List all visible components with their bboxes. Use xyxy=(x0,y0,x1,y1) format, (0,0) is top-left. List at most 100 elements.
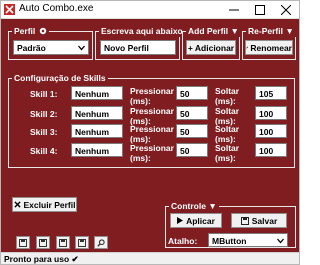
press-ms-value: 50 xyxy=(180,146,190,156)
minimize-icon xyxy=(229,9,239,10)
perfil-group: Perfil Padrão xyxy=(8,25,93,60)
floppy-icon xyxy=(39,238,47,247)
press-unit-label: (ms): xyxy=(130,153,151,163)
release-label: Soltar xyxy=(215,86,240,96)
add-perfil-group-title: Add Perfil ▼ xyxy=(186,25,241,37)
press-label: Pressionar xyxy=(130,86,174,96)
re-perfil-title-text: Re-Perfil xyxy=(248,26,283,36)
release-unit-label: (ms): xyxy=(215,96,236,106)
close-button[interactable] xyxy=(273,1,299,18)
maximize-button[interactable] xyxy=(247,1,273,18)
play-icon xyxy=(177,217,184,224)
add-perfil-group: Add Perfil ▼ + Adicionar xyxy=(182,25,241,60)
release-label: Soltar xyxy=(215,124,240,134)
escreva-group: Escreva aqui abaixo ▼ Novo Perfil xyxy=(95,25,196,60)
chevron-down-icon xyxy=(78,45,85,51)
release-ms-input[interactable]: 100 xyxy=(255,106,287,120)
app-window: Auto Combo.exe Perfil Padrão Escreva aqu… xyxy=(0,0,300,265)
status-bar: Pronto para uso ✔ xyxy=(1,252,299,264)
press-label: Pressionar xyxy=(130,143,174,153)
profile-name-input[interactable]: Novo Perfil xyxy=(100,40,176,55)
profile-name-value: Novo Perfil xyxy=(104,43,149,53)
skill-label: Skill 3: xyxy=(30,127,58,137)
app-icon xyxy=(4,4,15,15)
skill-key-field[interactable]: Nenhum xyxy=(71,86,123,100)
release-ms-input[interactable]: 100 xyxy=(255,124,287,138)
floppy-icon xyxy=(78,238,86,247)
magnifier-icon xyxy=(97,238,105,247)
status-text: Pronto para uso ✔ xyxy=(4,254,79,264)
skill-key-field[interactable]: Nenhum xyxy=(71,143,123,157)
title-bar: Auto Combo.exe xyxy=(1,1,299,19)
add-profile-label: + Adicionar xyxy=(187,42,235,53)
controle-title-text: Controle xyxy=(171,201,206,211)
press-ms-value: 50 xyxy=(180,109,190,119)
release-ms-value: 100 xyxy=(259,127,274,137)
release-ms-value: 105 xyxy=(259,89,274,99)
skill-label: Skill 4: xyxy=(30,146,58,156)
close-x-icon xyxy=(13,201,21,208)
profile-slot-button-2[interactable] xyxy=(36,236,50,249)
profile-slot-button-3[interactable] xyxy=(56,236,70,249)
skill-key-value: Nenhum xyxy=(75,127,109,137)
skill-key-field[interactable]: Nenhum xyxy=(71,124,123,138)
pencil-icon xyxy=(246,46,249,49)
escreva-title-text: Escreva aqui abaixo xyxy=(101,26,183,36)
perfil-selected-value: Padrão xyxy=(17,43,46,53)
skill-label: Skill 2: xyxy=(30,109,58,119)
press-ms-input[interactable]: 50 xyxy=(176,124,208,138)
add-perfil-title-text: Add Perfil xyxy=(188,26,229,36)
press-label: Pressionar xyxy=(130,124,174,134)
skill-key-field[interactable]: Nenhum xyxy=(71,106,123,120)
chevron-down-icon xyxy=(277,238,284,244)
release-ms-input[interactable]: 100 xyxy=(255,143,287,157)
search-profile-button[interactable] xyxy=(94,236,108,249)
controle-group-title: Controle ▼ xyxy=(169,200,219,212)
skills-group-title: Configuração de Skills xyxy=(12,72,108,84)
add-profile-button[interactable]: + Adicionar xyxy=(186,40,236,55)
profile-slot-button-4[interactable] xyxy=(75,236,89,249)
perfil-group-title: Perfil xyxy=(12,25,49,37)
maximize-icon xyxy=(255,4,265,15)
delete-profile-button[interactable]: Excluir Perfil xyxy=(12,197,77,212)
floppy-icon xyxy=(59,238,67,247)
release-ms-value: 100 xyxy=(259,109,274,119)
perfil-select[interactable]: Padrão xyxy=(13,40,89,55)
rename-profile-button[interactable]: Renomear xyxy=(245,40,293,55)
press-ms-value: 50 xyxy=(180,89,190,99)
gear-icon xyxy=(39,27,46,35)
skill-label: Skill 1: xyxy=(30,89,58,99)
apply-label: Aplicar xyxy=(186,215,215,226)
minimize-button[interactable] xyxy=(221,1,247,18)
save-button[interactable]: Salvar xyxy=(231,213,287,228)
atalho-label: Atalho: xyxy=(168,236,198,246)
perfil-title-text: Perfil xyxy=(14,26,36,36)
release-label: Soltar xyxy=(215,106,240,116)
floppy-icon xyxy=(240,216,249,225)
hotkey-value: MButton xyxy=(212,236,247,246)
press-ms-input[interactable]: 50 xyxy=(176,86,208,100)
skill-key-value: Nenhum xyxy=(75,146,109,156)
rename-profile-label: Renomear xyxy=(250,42,292,53)
re-perfil-group: Re-Perfil ▼ Renomear xyxy=(242,25,296,60)
skill-key-value: Nenhum xyxy=(75,109,109,119)
apply-button[interactable]: Aplicar xyxy=(170,213,222,228)
delete-profile-label: Excluir Perfil xyxy=(23,199,76,210)
press-unit-label: (ms): xyxy=(130,96,151,106)
re-perfil-group-title: Re-Perfil ▼ xyxy=(246,25,296,37)
press-ms-input[interactable]: 50 xyxy=(176,143,208,157)
release-ms-input[interactable]: 105 xyxy=(255,86,287,100)
hotkey-select[interactable]: MButton xyxy=(208,233,288,247)
press-ms-input[interactable]: 50 xyxy=(176,106,208,120)
release-label: Soltar xyxy=(215,143,240,153)
press-ms-value: 50 xyxy=(180,127,190,137)
floppy-icon xyxy=(19,238,27,247)
press-label: Pressionar xyxy=(130,106,174,116)
profile-slot-button-1[interactable] xyxy=(16,236,30,249)
skill-key-value: Nenhum xyxy=(75,89,109,99)
window-title: Auto Combo.exe xyxy=(19,3,94,14)
release-ms-value: 100 xyxy=(259,146,274,156)
release-unit-label: (ms): xyxy=(215,153,236,163)
close-icon xyxy=(281,4,291,15)
save-label: Salvar xyxy=(251,215,278,226)
